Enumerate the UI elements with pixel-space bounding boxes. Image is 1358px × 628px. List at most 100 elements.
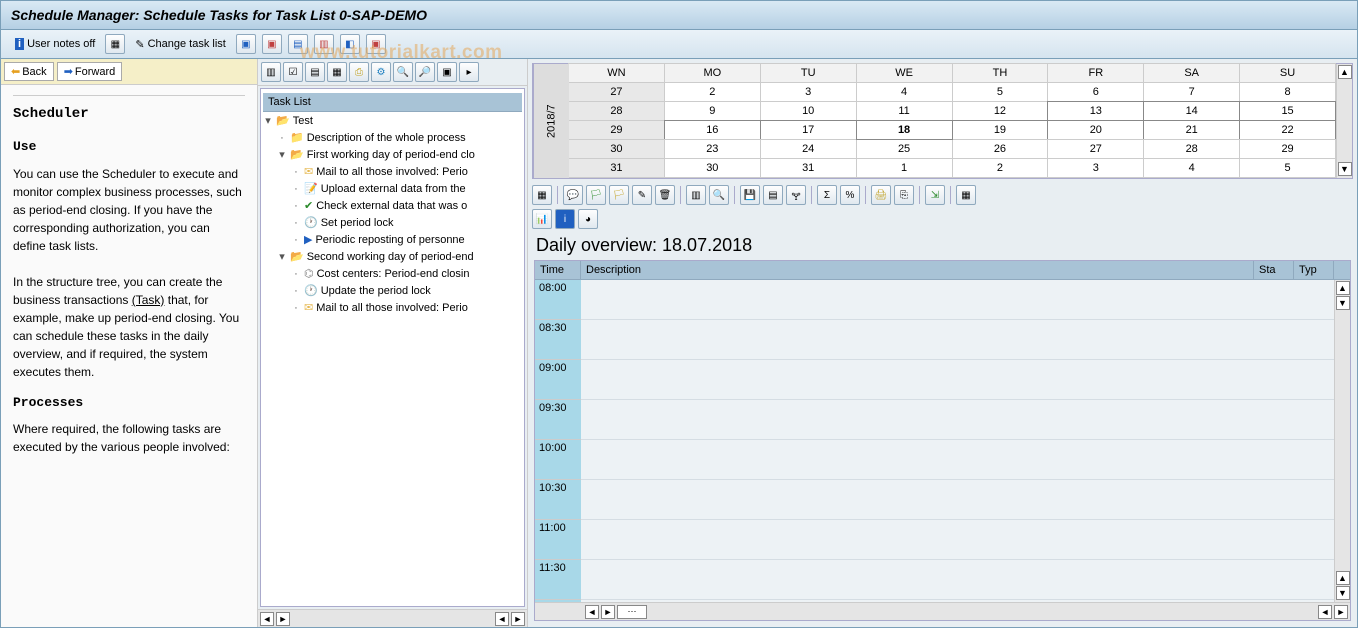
cal-day[interactable]: 10: [760, 101, 857, 121]
sched-tool[interactable]: 💾: [740, 185, 760, 205]
tree-item[interactable]: ▾📂First working day of period-end clo: [263, 146, 522, 163]
user-notes-button[interactable]: i User notes off: [11, 36, 99, 52]
cal-day[interactable]: 12: [952, 101, 1049, 121]
cal-day[interactable]: 26: [952, 139, 1049, 159]
cal-day[interactable]: 18: [856, 120, 953, 140]
scroll-thumb[interactable]: ⋯: [617, 605, 647, 619]
schedule-cell[interactable]: [581, 560, 1334, 600]
schedule-scrollbar[interactable]: ▲ ▼ ▲ ▼: [1334, 280, 1350, 602]
cal-day[interactable]: 27: [1047, 139, 1144, 159]
tree-item[interactable]: ·⌬Cost centers: Period-end closin: [263, 265, 522, 282]
schedule-hscroll[interactable]: ◄ ► ⋯ ◄ ►: [535, 602, 1350, 620]
tree-item[interactable]: ·📝Upload external data from the: [263, 180, 522, 197]
cal-day[interactable]: 5: [1239, 158, 1336, 178]
cal-day[interactable]: 5: [952, 82, 1049, 102]
schedule-cell[interactable]: [581, 280, 1334, 320]
cal-day[interactable]: 31: [760, 158, 857, 178]
sched-tool[interactable]: 🝖: [786, 185, 806, 205]
sched-tool[interactable]: Σ: [817, 185, 837, 205]
toolbar-icon-3[interactable]: ▤: [288, 34, 308, 54]
scroll-right-icon[interactable]: ►: [601, 605, 615, 619]
toolbar-icon-2[interactable]: ▣: [262, 34, 282, 54]
tree-tool-6[interactable]: ⚙: [371, 62, 391, 82]
tree-item[interactable]: ·🕐Set period lock: [263, 214, 522, 231]
calendar-scrollbar[interactable]: ▲ ▼: [1336, 64, 1352, 178]
cal-day[interactable]: 4: [856, 82, 953, 102]
cal-day[interactable]: 14: [1143, 101, 1240, 121]
cal-day[interactable]: 21: [1143, 120, 1240, 140]
scroll-down-icon[interactable]: ▼: [1336, 296, 1350, 310]
sched-tool[interactable]: ▤: [763, 185, 783, 205]
sched-tool[interactable]: ▦: [532, 185, 552, 205]
cal-day[interactable]: 1: [856, 158, 953, 178]
cal-day[interactable]: 17: [760, 120, 857, 140]
cal-day[interactable]: 22: [1239, 120, 1336, 140]
sched-tool[interactable]: 💬: [563, 185, 583, 205]
tree-hscroll[interactable]: ◄ ► ◄ ►: [258, 609, 527, 627]
back-button[interactable]: ⬅ Back: [4, 62, 54, 81]
cal-day[interactable]: 30: [664, 158, 761, 178]
schedule-cell[interactable]: [581, 440, 1334, 480]
tree-item[interactable]: ▾📂Second working day of period-end: [263, 248, 522, 265]
scroll-left-icon[interactable]: ◄: [585, 605, 599, 619]
toolbar-icon-4[interactable]: ▥: [314, 34, 334, 54]
schedule-cell[interactable]: [581, 400, 1334, 440]
toolbar-icon-1[interactable]: ▣: [236, 34, 256, 54]
scroll-right-icon[interactable]: ►: [276, 612, 290, 626]
scroll-down-icon[interactable]: ▼: [1336, 586, 1350, 600]
cal-day[interactable]: 13: [1047, 101, 1144, 121]
tree-tool-8[interactable]: 🔎: [415, 62, 435, 82]
tree-tool-2[interactable]: ☑: [283, 62, 303, 82]
tree-tool-7[interactable]: 🔍: [393, 62, 413, 82]
cal-day[interactable]: 29: [1239, 139, 1336, 159]
sched-tool[interactable]: 🔍: [709, 185, 729, 205]
sched-tool[interactable]: 🖨: [871, 185, 891, 205]
tree-tool-4[interactable]: ▦: [327, 62, 347, 82]
sched-tool[interactable]: 🗑: [655, 185, 675, 205]
sched-tool[interactable]: ▦: [956, 185, 976, 205]
tree-tool-1[interactable]: ▥: [261, 62, 281, 82]
cal-day[interactable]: 2: [952, 158, 1049, 178]
scroll-right-icon[interactable]: ►: [1334, 605, 1348, 619]
cal-day[interactable]: 2: [664, 82, 761, 102]
sched-tool[interactable]: ⇲: [925, 185, 945, 205]
tree-item[interactable]: ·✉Mail to all those involved: Perio: [263, 299, 522, 316]
scroll-up-icon[interactable]: ▲: [1336, 571, 1350, 585]
cal-day[interactable]: 4: [1143, 158, 1240, 178]
schedule-cell[interactable]: [581, 520, 1334, 560]
cal-day[interactable]: 8: [1239, 82, 1336, 102]
sched-tool[interactable]: %: [840, 185, 860, 205]
scroll-left-icon[interactable]: ◄: [260, 612, 274, 626]
desc-column[interactable]: [581, 280, 1334, 602]
cal-day[interactable]: 9: [664, 101, 761, 121]
cal-day[interactable]: 3: [1047, 158, 1144, 178]
schedule-cell[interactable]: [581, 480, 1334, 520]
change-task-button[interactable]: ✎ Change task list: [131, 36, 229, 53]
scroll-left-icon[interactable]: ◄: [495, 612, 509, 626]
scroll-right-icon[interactable]: ►: [511, 612, 525, 626]
tree-expand-right[interactable]: ▸: [459, 62, 479, 82]
schedule-cell[interactable]: [581, 320, 1334, 360]
tree-root[interactable]: ▾📂Test: [263, 112, 522, 129]
cal-day[interactable]: 23: [664, 139, 761, 159]
tree-tool-3[interactable]: ▤: [305, 62, 325, 82]
scroll-up-icon[interactable]: ▲: [1336, 281, 1350, 295]
cal-day[interactable]: 16: [664, 120, 761, 140]
tree-tool-5[interactable]: ⎙: [349, 62, 369, 82]
cal-day[interactable]: 3: [760, 82, 857, 102]
sched-tool[interactable]: ✎: [632, 185, 652, 205]
schedule-cell[interactable]: [581, 360, 1334, 400]
scroll-down-icon[interactable]: ▼: [1338, 162, 1352, 176]
forward-button[interactable]: ➡ Forward: [57, 62, 123, 81]
tree-item[interactable]: ·📁Description of the whole process: [263, 129, 522, 146]
scroll-left-icon[interactable]: ◄: [1318, 605, 1332, 619]
cal-day[interactable]: 11: [856, 101, 953, 121]
tree-item[interactable]: ·🕐Update the period lock: [263, 282, 522, 299]
toolbar-icon-5[interactable]: ◧: [340, 34, 360, 54]
tree-item[interactable]: ·✔Check external data that was o: [263, 197, 522, 214]
tree-tool-9[interactable]: ▣: [437, 62, 457, 82]
grid-icon-button[interactable]: ▦: [105, 34, 125, 54]
sched-tool[interactable]: ⎘: [894, 185, 914, 205]
scroll-up-icon[interactable]: ▲: [1338, 65, 1352, 79]
cal-day[interactable]: 6: [1047, 82, 1144, 102]
